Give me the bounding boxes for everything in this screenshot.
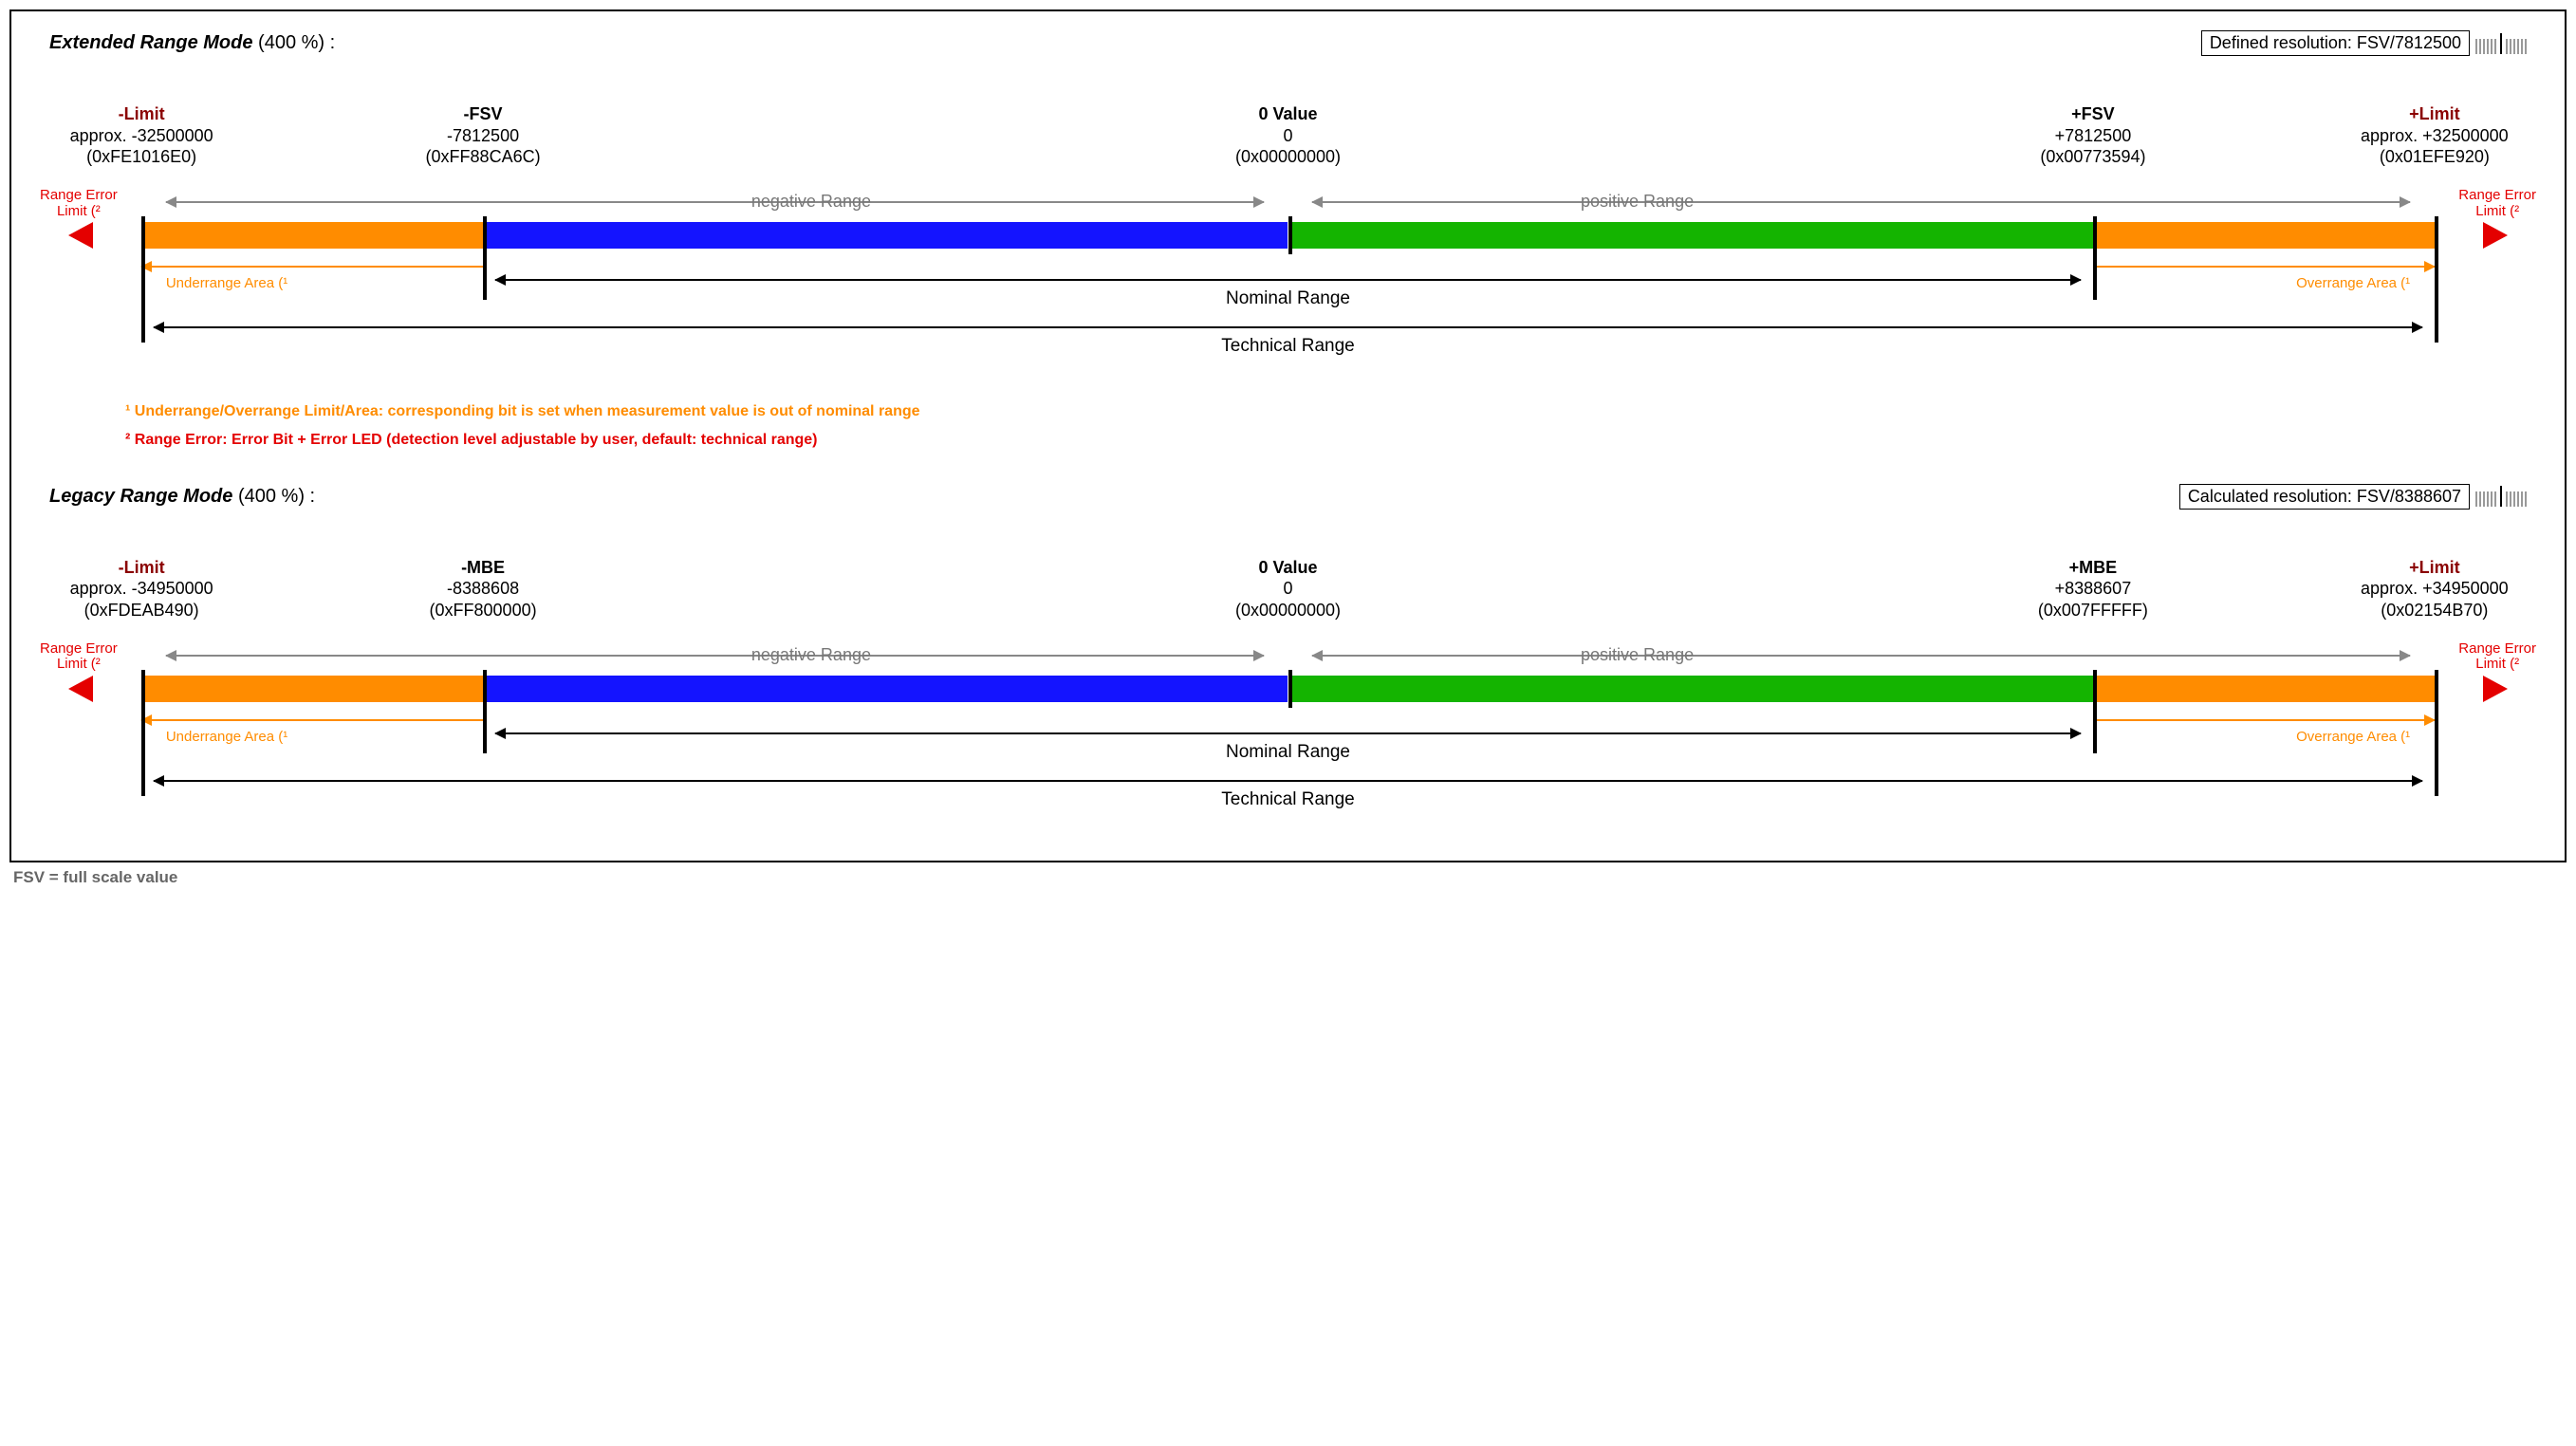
label-pos-limit: +Limit approx. +32500000 (0x01EFE920) (2361, 103, 2509, 168)
pos-range-label: positive Range (1581, 192, 1694, 212)
neg-range-arrow (166, 201, 1264, 203)
seg-overrange (2093, 222, 2435, 249)
seg-negative (483, 222, 1288, 249)
label-neg-mbe: -MBE -8388608 (0xFF800000) (430, 557, 537, 621)
label-neg-fsv: -FSV -7812500 (0xFF88CA6C) (426, 103, 541, 168)
technical-arrow (154, 780, 2422, 782)
footer-note: FSV = full scale value (13, 868, 2567, 887)
label-pos-fsv: +FSV +7812500 (0x00773594) (2040, 103, 2145, 168)
tick-pos-fsv (2093, 216, 2097, 254)
technical-arrow (154, 326, 2422, 328)
legacy-title-bold: Legacy Range Mode (49, 486, 232, 507)
seg-underrange (141, 676, 483, 702)
nominal-label: Nominal Range (68, 742, 2508, 763)
technical-label: Technical Range (68, 789, 2508, 810)
range-error-left: Range Error Limit (² (40, 641, 118, 673)
legacy-resolution: Calculated resolution: FSV/8388607 (2179, 484, 2470, 510)
extended-bar-area: Range Error Limit (² Range Error Limit (… (68, 222, 2508, 249)
label-zero: 0 Value 0 (0x00000000) (1235, 557, 1341, 621)
seg-positive (1288, 222, 2093, 249)
overrange-arrow (2093, 266, 2435, 268)
red-triangle-left (68, 676, 93, 702)
tick-neg-fsv (483, 216, 487, 254)
tick-pos-limit (2435, 216, 2438, 254)
label-pos-mbe: +MBE +8388607 (0x007FFFFF) (2038, 557, 2148, 621)
range-error-right: Range Error Limit (² (2458, 188, 2536, 219)
nominal-arrow (495, 732, 2081, 734)
extended-resolution-wrap: Defined resolution: FSV/7812500 (2201, 30, 2527, 56)
tick-neg-limit (141, 670, 145, 708)
extended-diagram: -Limit approx. -32500000 (0xFE1016E0) -F… (68, 103, 2508, 379)
legacy-bar (68, 676, 2508, 702)
legacy-diagram: -Limit approx. -34950000 (0xFDEAB490) -M… (68, 557, 2508, 832)
nominal-label: Nominal Range (68, 288, 2508, 309)
neg-range-label: negative Range (751, 192, 871, 212)
legacy-title-rest: (400 %) : (232, 486, 315, 507)
label-zero: 0 Value 0 (0x00000000) (1235, 103, 1341, 168)
scale-icon (2475, 486, 2527, 507)
tick-neg-limit (141, 216, 145, 254)
label-neg-limit: -Limit approx. -32500000 (0xFE1016E0) (70, 103, 213, 168)
diagram-frame: Extended Range Mode (400 %) : Defined re… (9, 9, 2567, 862)
technical-label: Technical Range (68, 336, 2508, 357)
red-triangle-right (2483, 676, 2508, 702)
seg-overrange (2093, 676, 2435, 702)
extended-title: Extended Range Mode (400 %) : (49, 32, 335, 54)
range-error-left: Range Error Limit (² (40, 188, 118, 219)
pos-range-arrow (1312, 201, 2410, 203)
footnote-2: ² Range Error: Error Bit + Error LED (de… (125, 426, 2527, 454)
pos-range-label: positive Range (1581, 645, 1694, 665)
neg-range-label: negative Range (751, 645, 871, 665)
tick-tech-r (2435, 706, 2438, 796)
extended-resolution: Defined resolution: FSV/7812500 (2201, 30, 2470, 56)
tick-pos-limit (2435, 670, 2438, 708)
overrange-arrow (2093, 719, 2435, 721)
tick-tech-r (2435, 252, 2438, 343)
seg-negative (483, 676, 1288, 702)
tick-pos-mbe (2093, 670, 2097, 708)
legacy-resolution-wrap: Calculated resolution: FSV/8388607 (2179, 484, 2527, 510)
underrange-arrow (141, 266, 483, 268)
red-triangle-right (2483, 222, 2508, 249)
tick-tech-l (141, 706, 145, 796)
tick-zero (1288, 670, 1292, 708)
footnotes: ¹ Underrange/Overrange Limit/Area: corre… (125, 398, 2527, 455)
tick-zero (1288, 216, 1292, 254)
legacy-header: Legacy Range Mode (400 %) : Calculated r… (49, 484, 2527, 510)
nominal-arrow (495, 279, 2081, 281)
pos-range-arrow (1312, 655, 2410, 657)
extended-header: Extended Range Mode (400 %) : Defined re… (49, 30, 2527, 56)
tick-tech-l (141, 252, 145, 343)
legacy-title: Legacy Range Mode (400 %) : (49, 486, 315, 508)
legacy-bar-area: Range Error Limit (² Range Error Limit (… (68, 676, 2508, 702)
extended-title-rest: (400 %) : (252, 32, 335, 53)
scale-icon (2475, 33, 2527, 54)
underrange-arrow (141, 719, 483, 721)
neg-range-arrow (166, 655, 1264, 657)
label-pos-limit: +Limit approx. +34950000 (0x02154B70) (2361, 557, 2509, 621)
range-error-right: Range Error Limit (² (2458, 641, 2536, 673)
label-neg-limit: -Limit approx. -34950000 (0xFDEAB490) (70, 557, 213, 621)
seg-underrange (141, 222, 483, 249)
footnote-1: ¹ Underrange/Overrange Limit/Area: corre… (125, 398, 2527, 426)
extended-title-bold: Extended Range Mode (49, 32, 252, 53)
extended-bar (68, 222, 2508, 249)
seg-positive (1288, 676, 2093, 702)
red-triangle-left (68, 222, 93, 249)
tick-neg-mbe (483, 670, 487, 708)
